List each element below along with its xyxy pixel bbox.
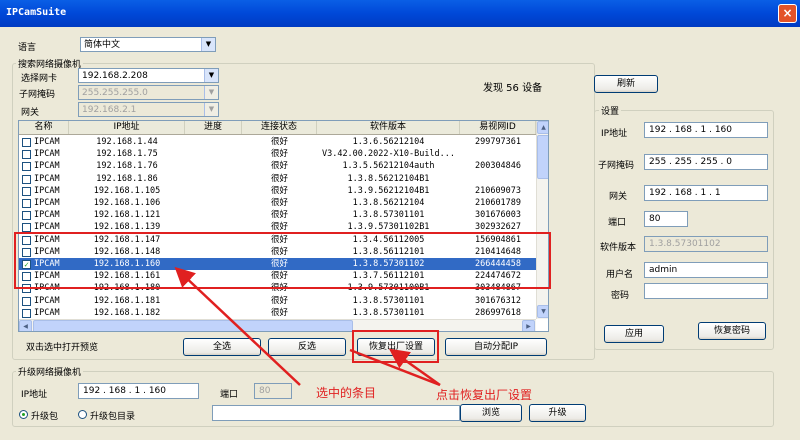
annotation-click-reset: 点击恢复出厂设置	[436, 388, 533, 402]
arrow-segment	[349, 348, 441, 387]
annotation-selected-item: 选中的条目	[316, 386, 377, 400]
annotation-arrows	[174, 266, 441, 387]
arrow-to-selected-row	[174, 266, 301, 386]
